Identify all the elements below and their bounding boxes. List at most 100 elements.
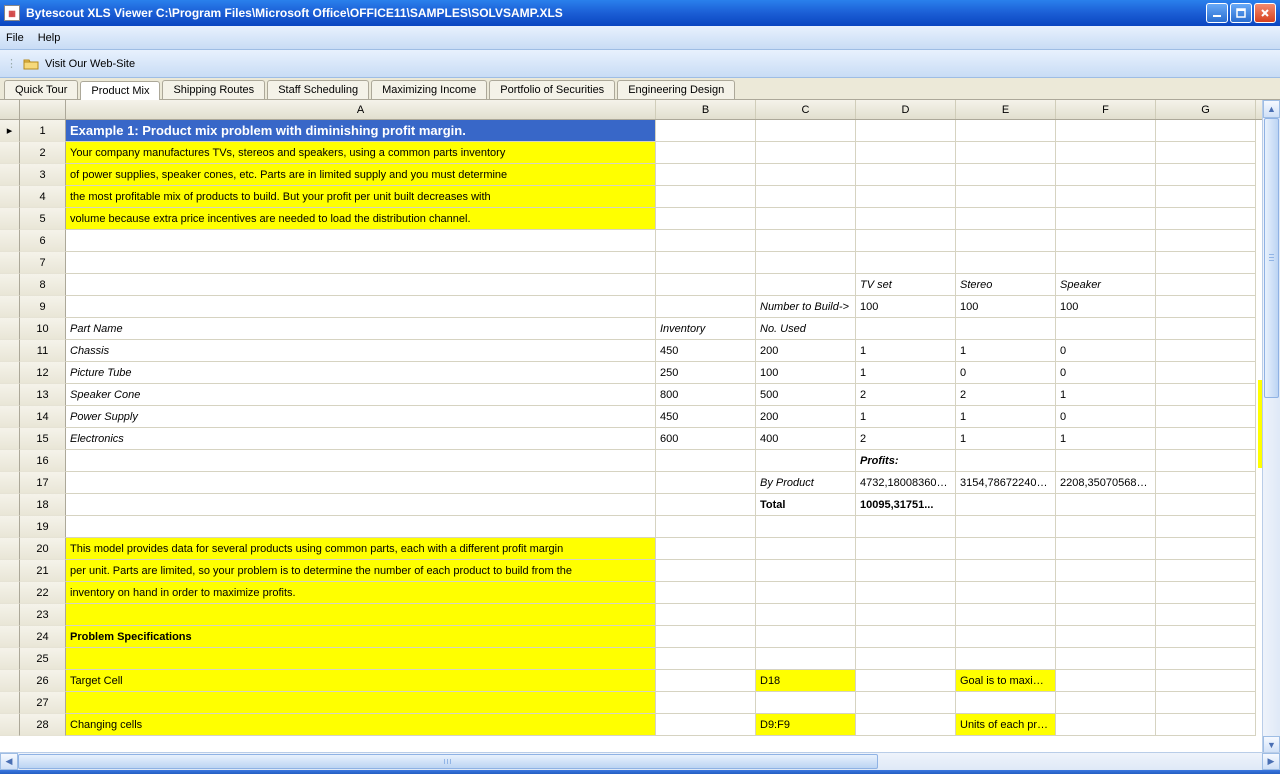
cell-E15[interactable]: 1: [956, 428, 1056, 450]
cell-G14[interactable]: [1156, 406, 1256, 428]
cell-E8[interactable]: Stereo: [956, 274, 1056, 296]
row-header-23[interactable]: 23: [20, 604, 66, 626]
cell-E11[interactable]: 1: [956, 340, 1056, 362]
cell-D15[interactable]: 2: [856, 428, 956, 450]
cell-D1[interactable]: [856, 120, 956, 142]
close-button[interactable]: [1254, 3, 1276, 23]
cell-B13[interactable]: 800: [656, 384, 756, 406]
cell-A14[interactable]: Power Supply: [66, 406, 656, 428]
row-header-19[interactable]: 19: [20, 516, 66, 538]
cell-C17[interactable]: By Product: [756, 472, 856, 494]
cell-C26[interactable]: D18: [756, 670, 856, 692]
cell-E28[interactable]: Units of each pro...: [956, 714, 1056, 736]
visit-website-button[interactable]: Visit Our Web-Site: [45, 58, 135, 70]
row-header-1[interactable]: 1: [20, 120, 66, 142]
cell-F20[interactable]: [1056, 538, 1156, 560]
cell-B22[interactable]: [656, 582, 756, 604]
cell-A5[interactable]: volume because extra price incentives ar…: [66, 208, 656, 230]
tab-quick-tour[interactable]: Quick Tour: [4, 80, 78, 99]
cell-B25[interactable]: [656, 648, 756, 670]
cell-D26[interactable]: [856, 670, 956, 692]
cell-F18[interactable]: [1056, 494, 1156, 516]
horizontal-scrollbar[interactable]: ◀ ▶: [0, 752, 1280, 770]
cell-E5[interactable]: [956, 208, 1056, 230]
cell-G19[interactable]: [1156, 516, 1256, 538]
cell-B24[interactable]: [656, 626, 756, 648]
cell-G17[interactable]: [1156, 472, 1256, 494]
column-header-A[interactable]: A: [66, 100, 656, 119]
cell-A18[interactable]: [66, 494, 656, 516]
cell-G2[interactable]: [1156, 142, 1256, 164]
scroll-left-button[interactable]: ◀: [0, 753, 18, 770]
cell-B3[interactable]: [656, 164, 756, 186]
row-header-25[interactable]: 25: [20, 648, 66, 670]
cell-G24[interactable]: [1156, 626, 1256, 648]
cell-F8[interactable]: Speaker: [1056, 274, 1156, 296]
cell-F6[interactable]: [1056, 230, 1156, 252]
vertical-scrollbar[interactable]: ▲ ▼: [1262, 100, 1280, 754]
cell-A7[interactable]: [66, 252, 656, 274]
cell-C11[interactable]: 200: [756, 340, 856, 362]
cell-A21[interactable]: per unit. Parts are limited, so your pro…: [66, 560, 656, 582]
row-header-13[interactable]: 13: [20, 384, 66, 406]
cell-D8[interactable]: TV set: [856, 274, 956, 296]
cell-G28[interactable]: [1156, 714, 1256, 736]
tab-maximizing-income[interactable]: Maximizing Income: [371, 80, 487, 99]
row-header-8[interactable]: 8: [20, 274, 66, 296]
cell-B4[interactable]: [656, 186, 756, 208]
cell-F10[interactable]: [1056, 318, 1156, 340]
row-header-18[interactable]: 18: [20, 494, 66, 516]
cell-E3[interactable]: [956, 164, 1056, 186]
cell-D11[interactable]: 1: [856, 340, 956, 362]
cell-D4[interactable]: [856, 186, 956, 208]
cell-A23[interactable]: [66, 604, 656, 626]
row-header-16[interactable]: 16: [20, 450, 66, 472]
cell-A20[interactable]: This model provides data for several pro…: [66, 538, 656, 560]
cell-A19[interactable]: [66, 516, 656, 538]
cell-D12[interactable]: 1: [856, 362, 956, 384]
cell-C27[interactable]: [756, 692, 856, 714]
row-header-27[interactable]: 27: [20, 692, 66, 714]
cell-D10[interactable]: [856, 318, 956, 340]
cell-A13[interactable]: Speaker Cone: [66, 384, 656, 406]
cell-F24[interactable]: [1056, 626, 1156, 648]
cell-C7[interactable]: [756, 252, 856, 274]
cell-G1[interactable]: [1156, 120, 1256, 142]
cell-C3[interactable]: [756, 164, 856, 186]
row-header-26[interactable]: 26: [20, 670, 66, 692]
cell-F3[interactable]: [1056, 164, 1156, 186]
cell-A15[interactable]: Electronics: [66, 428, 656, 450]
cell-D13[interactable]: 2: [856, 384, 956, 406]
tab-portfolio-of-securities[interactable]: Portfolio of Securities: [489, 80, 615, 99]
cell-B23[interactable]: [656, 604, 756, 626]
cell-G20[interactable]: [1156, 538, 1256, 560]
row-header-22[interactable]: 22: [20, 582, 66, 604]
cell-D2[interactable]: [856, 142, 956, 164]
cell-B20[interactable]: [656, 538, 756, 560]
cell-B28[interactable]: [656, 714, 756, 736]
cell-E10[interactable]: [956, 318, 1056, 340]
cell-F1[interactable]: [1056, 120, 1156, 142]
cell-D3[interactable]: [856, 164, 956, 186]
cell-F25[interactable]: [1056, 648, 1156, 670]
cell-E2[interactable]: [956, 142, 1056, 164]
row-header-15[interactable]: 15: [20, 428, 66, 450]
tab-product-mix[interactable]: Product Mix: [80, 81, 160, 100]
row-header-3[interactable]: 3: [20, 164, 66, 186]
cell-G13[interactable]: [1156, 384, 1256, 406]
cell-F14[interactable]: 0: [1056, 406, 1156, 428]
scroll-right-button[interactable]: ▶: [1262, 753, 1280, 770]
cell-A26[interactable]: Target Cell: [66, 670, 656, 692]
cell-C23[interactable]: [756, 604, 856, 626]
row-header-20[interactable]: 20: [20, 538, 66, 560]
cell-C9[interactable]: Number to Build->: [756, 296, 856, 318]
cell-C19[interactable]: [756, 516, 856, 538]
vertical-scroll-thumb[interactable]: [1264, 118, 1279, 398]
cell-C28[interactable]: D9:F9: [756, 714, 856, 736]
row-header-24[interactable]: 24: [20, 626, 66, 648]
cell-F22[interactable]: [1056, 582, 1156, 604]
cell-G11[interactable]: [1156, 340, 1256, 362]
cell-D19[interactable]: [856, 516, 956, 538]
cell-G27[interactable]: [1156, 692, 1256, 714]
cell-A3[interactable]: of power supplies, speaker cones, etc. P…: [66, 164, 656, 186]
